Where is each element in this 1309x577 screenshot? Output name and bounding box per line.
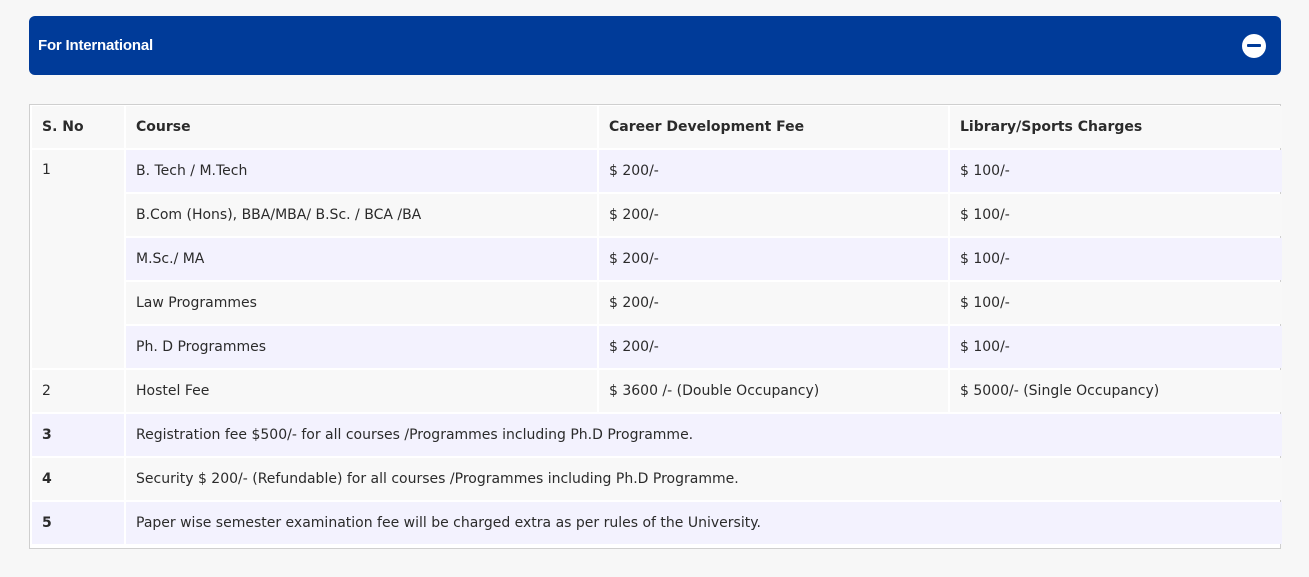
sno-cell: 4 [32, 458, 124, 500]
course-cell: B.Com (Hons), BBA/MBA/ B.Sc. / BCA /BA [126, 194, 597, 236]
career-fee-cell: $ 200/- [599, 194, 948, 236]
library-cell: $ 100/- [950, 194, 1282, 236]
table-row: Ph. D Programmes $ 200/- $ 100/- [32, 326, 1282, 368]
library-cell: $ 100/- [950, 150, 1282, 192]
sno-cell: 2 [32, 370, 124, 412]
career-fee-cell: $ 3600 /- (Double Occupancy) [599, 370, 948, 412]
course-cell: Ph. D Programmes [126, 326, 597, 368]
library-cell: $ 100/- [950, 238, 1282, 280]
course-cell: M.Sc./ MA [126, 238, 597, 280]
table-header-row: S. No Course Career Development Fee Libr… [32, 106, 1282, 148]
career-fee-cell: $ 200/- [599, 238, 948, 280]
note-cell: Paper wise semester examination fee will… [126, 502, 1282, 544]
header-library: Library/Sports Charges [950, 106, 1282, 148]
table-row: 4 Security $ 200/- (Refundable) for all … [32, 458, 1282, 500]
sno-cell: 3 [32, 414, 124, 456]
library-cell: $ 100/- [950, 326, 1282, 368]
table-row: M.Sc./ MA $ 200/- $ 100/- [32, 238, 1282, 280]
library-cell: $ 5000/- (Single Occupancy) [950, 370, 1282, 412]
table-row: B.Com (Hons), BBA/MBA/ B.Sc. / BCA /BA $… [32, 194, 1282, 236]
course-cell: B. Tech / M.Tech [126, 150, 597, 192]
career-fee-cell: $ 200/- [599, 282, 948, 324]
table-row: Law Programmes $ 200/- $ 100/- [32, 282, 1282, 324]
table-row: 5 Paper wise semester examination fee wi… [32, 502, 1282, 544]
sno-cell: 5 [32, 502, 124, 544]
career-fee-cell: $ 200/- [599, 326, 948, 368]
header-course: Course [126, 106, 597, 148]
sno-cell: 1 [32, 150, 124, 368]
table-row: 1 B. Tech / M.Tech $ 200/- $ 100/- [32, 150, 1282, 368]
header-career-fee: Career Development Fee [599, 106, 948, 148]
note-cell: Registration fee $500/- for all courses … [126, 414, 1282, 456]
accordion-title: For International [38, 37, 153, 54]
course-cell: Hostel Fee [126, 370, 597, 412]
table-row: 2 Hostel Fee $ 3600 /- (Double Occupancy… [32, 370, 1282, 412]
minus-circle-icon[interactable] [1242, 33, 1266, 58]
career-fee-cell: $ 200/- [599, 150, 948, 192]
course-cell: Law Programmes [126, 282, 597, 324]
note-cell: Security $ 200/- (Refundable) for all co… [126, 458, 1282, 500]
table-row: 3 Registration fee $500/- for all course… [32, 414, 1282, 456]
accordion-header-international[interactable]: For International [29, 16, 1281, 75]
fee-table: S. No Course Career Development Fee Libr… [30, 104, 1284, 546]
library-cell: $ 100/- [950, 282, 1282, 324]
fee-table-container: S. No Course Career Development Fee Libr… [29, 104, 1284, 549]
header-sno: S. No [32, 106, 124, 148]
